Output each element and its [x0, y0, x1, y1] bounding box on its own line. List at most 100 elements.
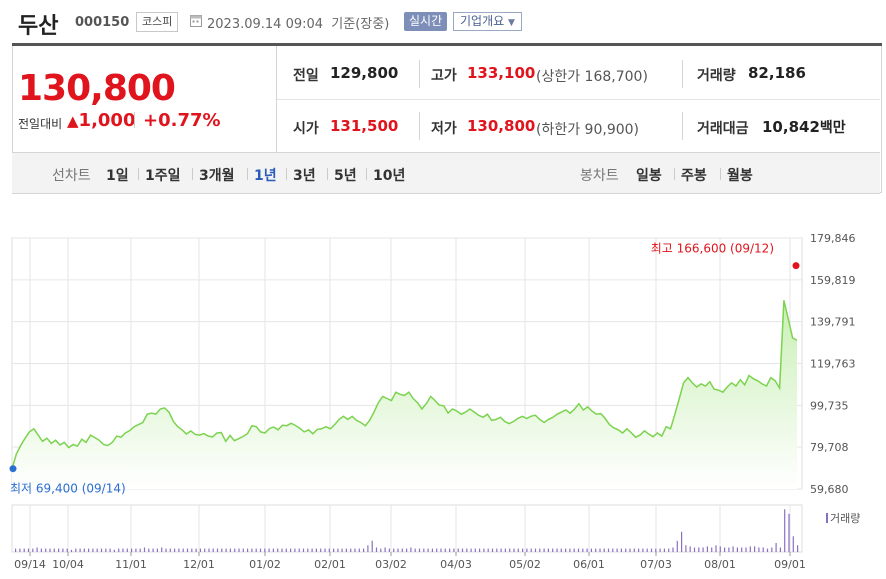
- volume-bar: [174, 548, 176, 552]
- volume-bar: [251, 548, 253, 552]
- volume-bar: [788, 513, 790, 553]
- volume-bar: [53, 548, 55, 552]
- realtime-button[interactable]: 실시간: [404, 12, 448, 31]
- volume-bar: [320, 548, 322, 552]
- volume-bar: [728, 547, 730, 552]
- volume-bar: [131, 548, 133, 552]
- toolbar-separator: [674, 168, 675, 180]
- volume-bar: [264, 548, 266, 552]
- volume-bar: [88, 548, 90, 552]
- volume-bar: [745, 547, 747, 552]
- volume-bar: [603, 548, 605, 552]
- volume-bar: [195, 548, 197, 552]
- volume-bar: [693, 547, 696, 552]
- volume-bar: [612, 548, 614, 552]
- volume-bar: [461, 548, 464, 552]
- quote-timestamp: 2023.09.14 09:04 기준(장중): [207, 17, 390, 32]
- x-tick-label: 12/01: [183, 558, 215, 571]
- volume-bar: [79, 548, 81, 552]
- period-option[interactable]: 1주일: [145, 165, 181, 185]
- volume-bar: [277, 548, 279, 552]
- trade-value: 10,842백만: [762, 117, 846, 137]
- period-option[interactable]: 1년: [254, 165, 277, 185]
- volume-legend: 거래량: [826, 510, 860, 526]
- volume-bar: [388, 548, 390, 552]
- volume-bar: [702, 547, 704, 552]
- volume-bar: [32, 548, 34, 552]
- volume-bar: [345, 548, 347, 552]
- volume-bar: [19, 548, 21, 552]
- x-tick-label: 09/01: [774, 558, 806, 571]
- volume-bar: [350, 548, 352, 552]
- volume-bar: [380, 548, 382, 552]
- low-label: 저가: [431, 121, 457, 137]
- high-label: 고가: [431, 68, 457, 84]
- volume-bar: [216, 548, 219, 552]
- volume-value: 82,186: [748, 64, 806, 82]
- period-option[interactable]: 10년: [373, 165, 405, 185]
- y-tick-label: 159,819: [810, 274, 856, 287]
- candle-option[interactable]: 일봉: [636, 165, 662, 185]
- toolbar-separator: [286, 168, 287, 180]
- volume-bar: [311, 548, 313, 552]
- volume-bar: [681, 531, 683, 553]
- volume-bar: [371, 540, 373, 553]
- volume-bar: [719, 546, 721, 552]
- candle-chart-label: 봉차트: [580, 168, 619, 184]
- market-badge: 코스피: [136, 12, 179, 32]
- current-price: 130,800: [18, 68, 176, 109]
- volume-bar: [113, 549, 115, 553]
- volume-bar: [625, 548, 627, 552]
- open-value: 131,500: [330, 117, 399, 135]
- company-overview-label: 기업개요: [460, 14, 505, 28]
- volume-bar: [427, 548, 429, 552]
- volume-bar: [706, 546, 708, 552]
- volume-bar: [36, 547, 38, 552]
- y-tick-label: 139,791: [810, 316, 856, 329]
- volume-bar: [186, 548, 189, 552]
- period-option[interactable]: 3개월: [199, 165, 235, 185]
- low-label: 최저 69,400 (09/14): [10, 482, 126, 496]
- volume-bar: [92, 548, 94, 552]
- trade-value-unit: 백만: [819, 120, 846, 136]
- volume-bar: [191, 548, 193, 552]
- volume-bar: [135, 548, 137, 552]
- price-change-value: 1,000: [78, 110, 136, 131]
- volume-bar: [118, 548, 120, 552]
- volume-bar: [152, 548, 154, 552]
- period-option[interactable]: 5년: [334, 165, 357, 185]
- col-divider: [682, 112, 683, 140]
- volume-bar: [139, 548, 141, 552]
- volume-bar: [423, 548, 425, 552]
- period-option[interactable]: 3년: [293, 165, 316, 185]
- volume-bar: [45, 548, 47, 552]
- period-option[interactable]: 1일: [106, 165, 129, 185]
- candle-option[interactable]: 월봉: [727, 165, 753, 185]
- volume-bar: [715, 545, 717, 553]
- volume-bar: [229, 548, 231, 552]
- volume-bar: [736, 547, 738, 552]
- volume-bar: [741, 547, 743, 552]
- toolbar-separator: [192, 168, 193, 180]
- trade-value-number: 10,842: [762, 118, 820, 136]
- volume-bar: [221, 548, 223, 552]
- candle-option[interactable]: 주봉: [681, 165, 707, 185]
- change-separator: [134, 112, 135, 128]
- high-marker: [792, 262, 800, 270]
- up-triangle-icon: ▲: [67, 112, 79, 130]
- volume-bar: [650, 548, 653, 552]
- volume-bar: [784, 509, 786, 553]
- x-tick-label: 03/02: [375, 558, 407, 571]
- volume-bar: [775, 543, 777, 552]
- y-tick-label: 179,846: [810, 232, 856, 245]
- row-divider: [277, 99, 880, 100]
- volume-bar: [453, 548, 455, 552]
- volume-bar: [526, 548, 528, 552]
- x-tick-label: 01/02: [249, 558, 281, 571]
- stock-code: 000150: [75, 15, 130, 30]
- company-overview-dropdown[interactable]: 기업개요 ▼: [453, 12, 522, 31]
- volume-bar: [599, 548, 601, 552]
- volume-bar: [148, 548, 150, 552]
- volume-bar: [711, 547, 713, 552]
- price-chart[interactable]: 179,846 159,819 139,791 119,763 99,735 79,708…: [0, 195, 886, 579]
